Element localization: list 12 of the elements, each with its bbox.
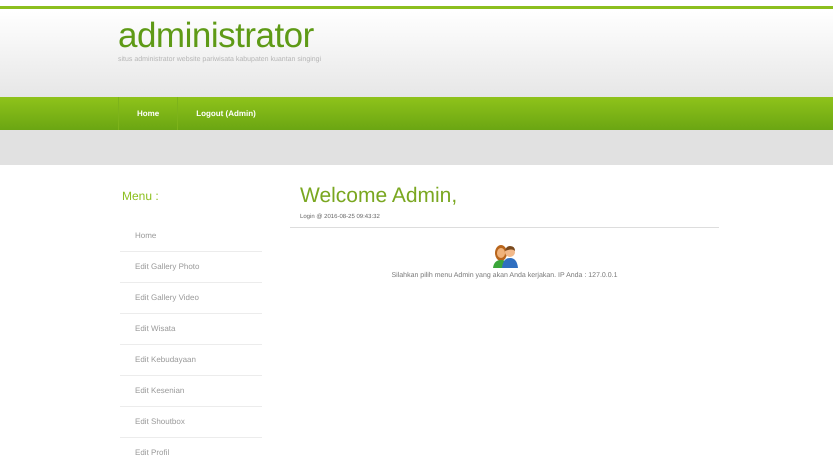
- menu-item[interactable]: Edit Shoutbox: [120, 407, 262, 438]
- menu-item[interactable]: Home: [120, 221, 262, 252]
- menu-item[interactable]: Edit Profil: [120, 438, 262, 465]
- menu-item[interactable]: Edit Wisata: [120, 314, 262, 345]
- welcome-heading: Welcome Admin,: [299, 183, 458, 209]
- menu-item[interactable]: Edit Kesenian: [120, 376, 262, 407]
- users-icon: [492, 244, 518, 268]
- menu-item[interactable]: Edit Kebudayaan: [120, 345, 262, 376]
- menu-item[interactable]: Edit Gallery Photo: [120, 252, 262, 283]
- site-title: administrator: [118, 17, 315, 55]
- menu-item[interactable]: Edit Gallery Video: [120, 283, 262, 314]
- menu-heading: Menu :: [121, 188, 160, 205]
